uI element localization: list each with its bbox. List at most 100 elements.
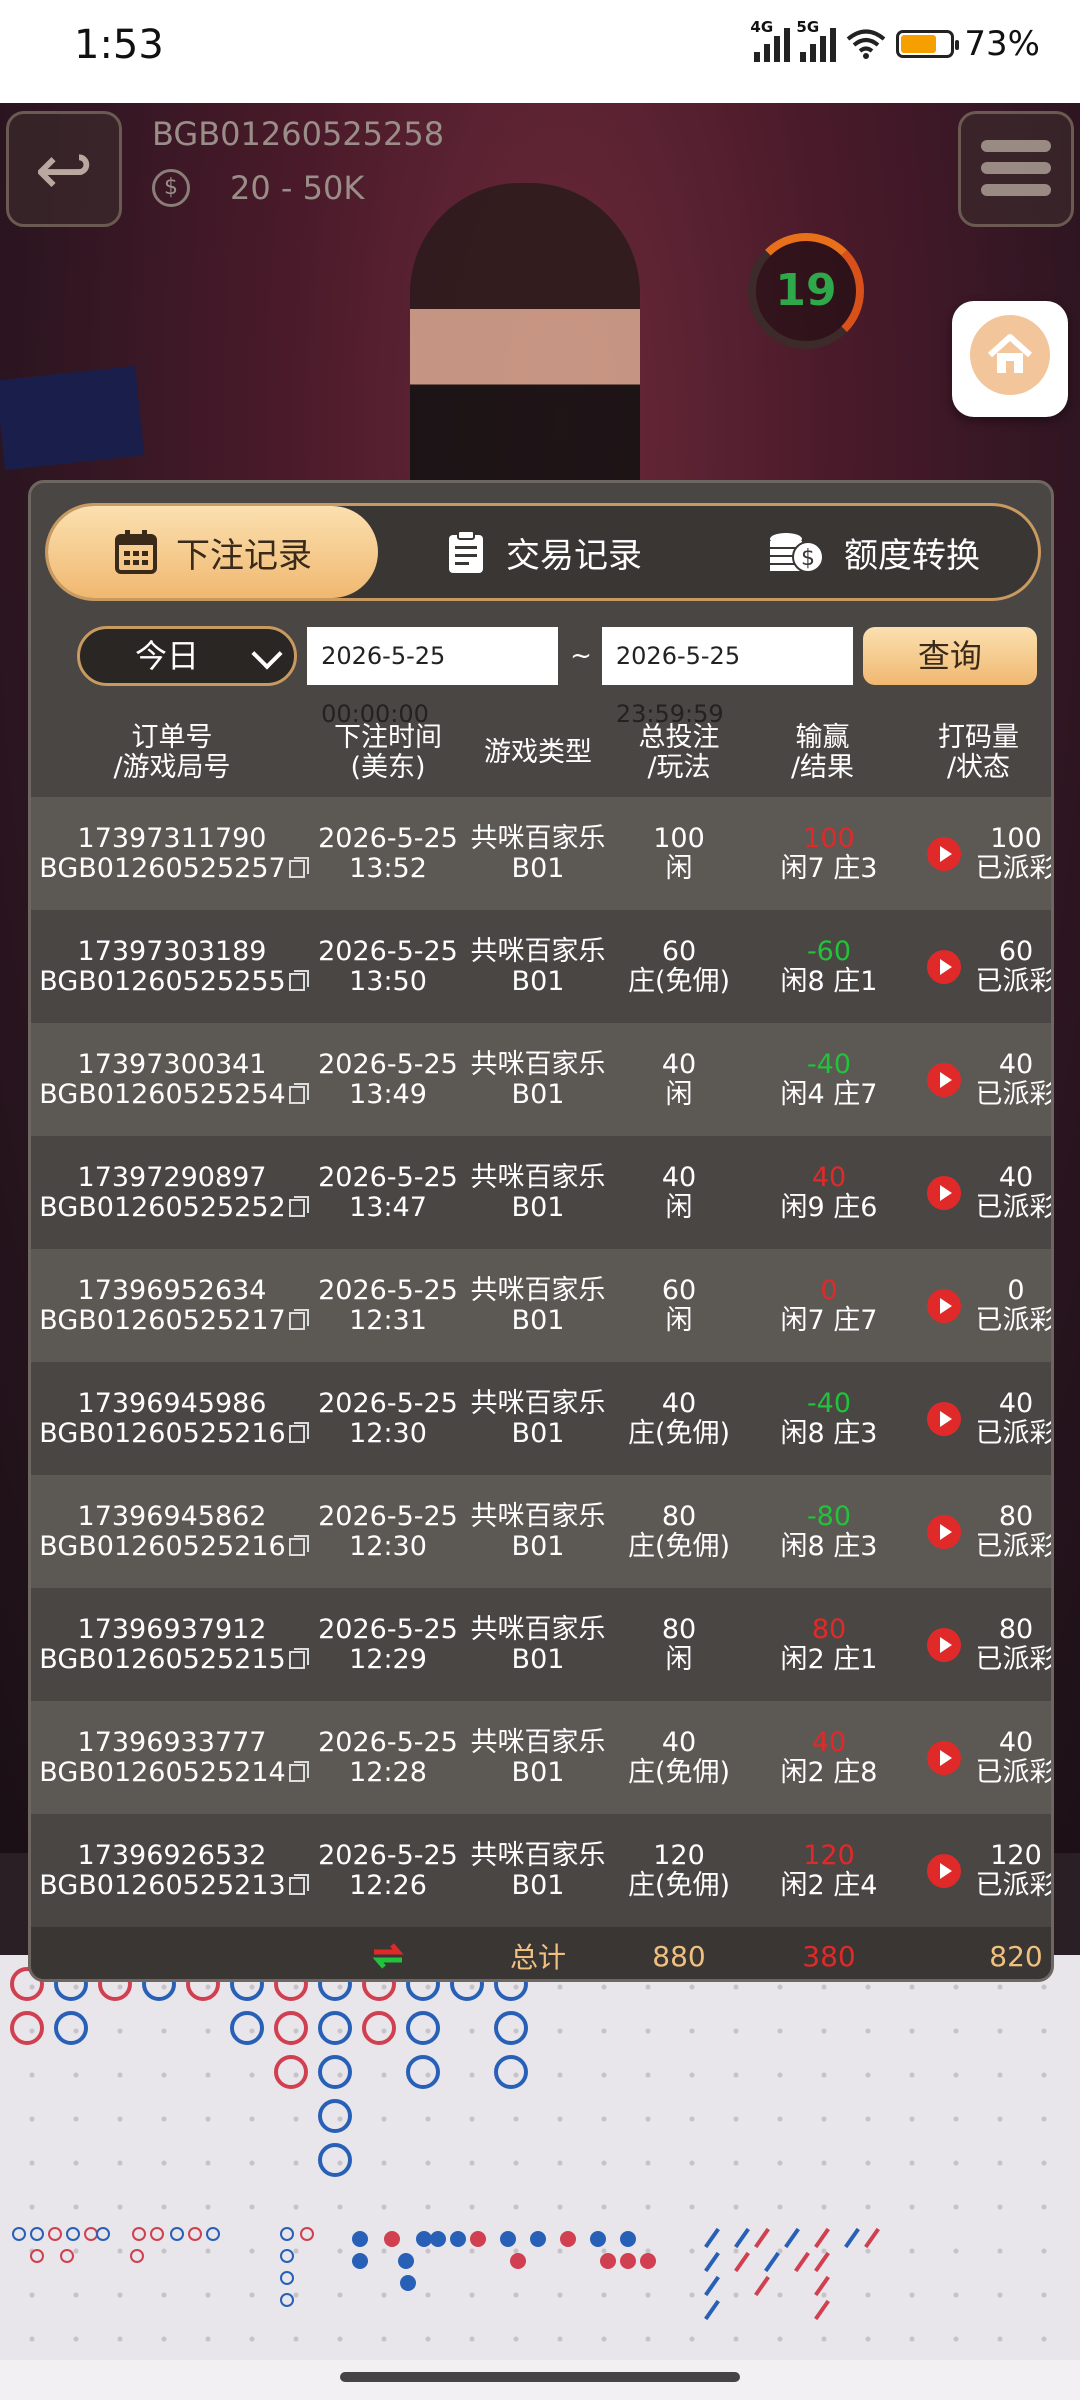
date-separator: ~ [570, 641, 592, 671]
tab-transaction-records[interactable]: 交易记录 [378, 506, 708, 598]
tab-credit-transfer[interactable]: $ 额度转换 [708, 506, 1038, 598]
bead-dot [560, 2231, 576, 2247]
roadmap-circle [318, 2099, 352, 2133]
winloss-amount: -40 [806, 1387, 852, 1419]
round-number: BGB01260525255 [39, 965, 286, 997]
valid-cell: 120 已派彩 [975, 1814, 1052, 1927]
table-row[interactable]: 17396933777 BGB01260525214 2026-5-25 12:28 共… [31, 1701, 1051, 1814]
table-row[interactable]: 17396952634 BGB01260525217 2026-5-25 12:31 共… [31, 1249, 1051, 1362]
copy-icon[interactable] [288, 1535, 309, 1556]
menu-button[interactable] [958, 111, 1074, 227]
network-label-2: 5G [796, 18, 820, 36]
replay-icon[interactable] [927, 1288, 961, 1323]
table-row[interactable]: 17397303189 BGB01260525255 2026-5-25 13:50 共… [31, 910, 1054, 1023]
order-cell: 17396933777 BGB01260525214 [31, 1701, 313, 1814]
valid-cell: 40 已派彩 [975, 1362, 1052, 1475]
bead-dot [398, 2253, 414, 2269]
round-result: 闲8 庄3 [780, 1417, 878, 1449]
copy-icon[interactable] [288, 1422, 309, 1443]
end-date-input[interactable]: 2026-5-25 23:59:59 [601, 627, 853, 728]
round-result: 闲8 庄3 [780, 1530, 878, 1562]
table-row[interactable]: 17396945862 BGB01260525216 2026-5-25 12:30 共… [31, 1475, 1052, 1588]
table-row[interactable]: 17397300341 BGB01260525254 2026-5-25 13:49 共… [31, 1023, 1051, 1136]
copy-icon[interactable] [288, 1196, 309, 1217]
back-button[interactable]: ↩ [6, 111, 122, 227]
copy-icon[interactable] [288, 1083, 309, 1104]
game-cell: 共咪百家乐 B01 [463, 1475, 613, 1588]
bet-amount: 60 [661, 935, 697, 967]
valid-amount: 40 [998, 1726, 1034, 1758]
winloss-amount: 120 [803, 1839, 855, 1871]
bet-play: 庄(免佣) [627, 1530, 731, 1562]
query-button[interactable]: 查询 [862, 627, 1037, 685]
bet-cell: 120 庄(免佣) [613, 1814, 745, 1927]
bet-cell: 80 闲 [613, 1588, 745, 1701]
valid-amount: 40 [998, 1161, 1034, 1193]
valid-cell: 100 已派彩 [975, 797, 1052, 910]
order-number: 17396945986 [77, 1387, 267, 1419]
tab-label: 交易记录 [506, 535, 642, 576]
copy-icon[interactable] [288, 857, 309, 878]
round-number: BGB01260525217 [39, 1304, 286, 1336]
result-cell: -80 闲8 庄3 [745, 1475, 913, 1588]
record-list: 17397311790 BGB01260525257 2026-5-25 13:52 共… [31, 797, 1054, 1927]
replay-icon[interactable] [927, 949, 961, 984]
network-label: 4G [750, 18, 774, 36]
bet-time: 13:52 [349, 852, 427, 884]
bet-amount: 40 [661, 1726, 697, 1758]
start-date-input[interactable]: 2026-5-25 00:00:00 [307, 627, 559, 728]
copy-icon[interactable] [288, 1648, 309, 1669]
bead-mark [132, 2227, 146, 2241]
round-result: 闲8 庄1 [780, 965, 878, 997]
period-select[interactable]: 今日 [77, 626, 298, 686]
chevron-down-icon [251, 638, 283, 670]
valid-amount: 40 [998, 1387, 1034, 1419]
game-type: 共咪百家乐 [470, 1274, 606, 1306]
winloss-amount: 40 [811, 1726, 847, 1758]
winloss-amount: -60 [806, 935, 852, 967]
home-button[interactable] [952, 301, 1068, 417]
bet-cell: 80 庄(免佣) [613, 1475, 745, 1588]
replay-icon[interactable] [927, 1062, 961, 1097]
table-row[interactable]: 17396937912 BGB01260525215 2026-5-25 12:29 共… [31, 1588, 1051, 1701]
totals-label: 总计 [509, 1941, 566, 1974]
round-number: BGB01260525213 [39, 1869, 286, 1901]
table-row[interactable]: 17397311790 BGB01260525257 2026-5-25 13:52 共… [31, 797, 1052, 910]
replay-icon[interactable] [927, 836, 961, 871]
game-cell: 共咪百家乐 B01 [463, 797, 613, 910]
roadmap [0, 1955, 1080, 2365]
winloss-amount: 80 [811, 1613, 847, 1645]
replay-icon[interactable] [927, 1401, 961, 1436]
valid-amount: 120 [990, 1839, 1042, 1871]
status-bar: 1:53 4G 5G 73% [0, 0, 1080, 103]
bet-time: 13:49 [349, 1078, 427, 1110]
home-indicator[interactable] [340, 2372, 740, 2382]
table-row[interactable]: 17396926532 BGB01260525213 2026-5-25 12:26 共… [31, 1814, 1052, 1927]
bet-time: 13:47 [349, 1191, 427, 1223]
bead-mark [150, 2227, 164, 2241]
valid-cell: 80 已派彩 [975, 1475, 1052, 1588]
payout-status: 已派彩 [975, 965, 1054, 997]
table-row[interactable]: 17396945986 BGB01260525216 2026-5-25 12:30 共… [31, 1362, 1052, 1475]
bet-limit: $20 - 50K [152, 169, 364, 207]
replay-icon[interactable] [927, 1740, 961, 1775]
copy-icon[interactable] [288, 1874, 309, 1895]
copy-icon[interactable] [288, 1761, 309, 1782]
table-row[interactable]: 17397290897 BGB01260525252 2026-5-25 13:47 共… [31, 1136, 1051, 1249]
bet-time: 12:30 [349, 1530, 427, 1562]
replay-icon[interactable] [927, 1175, 961, 1210]
copy-icon[interactable] [288, 1309, 309, 1330]
replay-icon[interactable] [927, 1514, 961, 1549]
header-time: 下注时间 (美东) [334, 722, 442, 783]
bet-cell: 40 闲 [613, 1136, 745, 1249]
status-icons: 4G 5G 73% [750, 18, 1040, 64]
bet-cell: 60 庄(免佣) [613, 910, 745, 1023]
header-bet: 总投注/玩法 [638, 722, 720, 783]
tab-bet-records[interactable]: 下注记录 [48, 506, 378, 598]
refresh-icon[interactable] [368, 1938, 408, 1974]
bet-play: 闲 [665, 1191, 693, 1223]
replay-icon[interactable] [927, 1627, 961, 1662]
replay-icon[interactable] [927, 1853, 961, 1888]
copy-icon[interactable] [288, 970, 309, 991]
tab-label: 下注记录 [176, 535, 312, 576]
